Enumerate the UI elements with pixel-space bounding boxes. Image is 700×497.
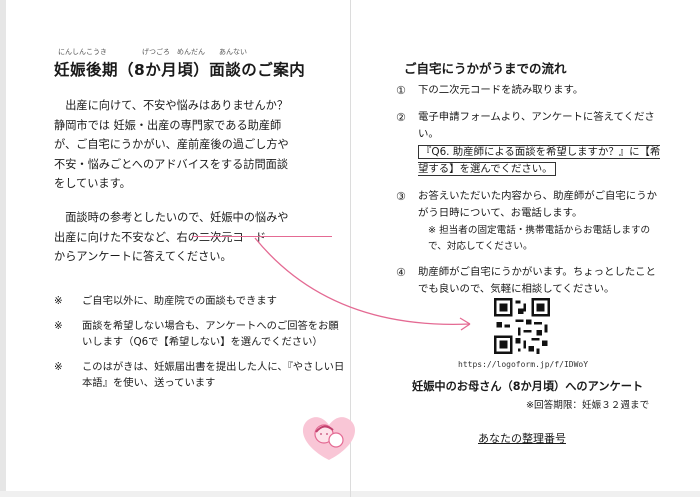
survey-title: 妊娠中のお母さん（8か月頃）へのアンケート xyxy=(412,380,644,393)
step-item: ④ 助産師がご自宅にうかがいます。ちょっとしたことでも良いので、気軽に相談してく… xyxy=(396,264,664,299)
flow-heading: ご自宅にうかがうまでの流れ xyxy=(404,61,567,76)
step-number: ③ xyxy=(396,189,406,203)
qr-url: https://logoform.jp/f/IDWoY xyxy=(458,360,589,369)
step-text: お答えいただいた内容から、助産師がご自宅にうかがう日時について、お電話します。 xyxy=(418,189,657,220)
step-item: ③ お答えいただいた内容から、助産師がご自宅にうかがう日時について、お電話します… xyxy=(396,188,664,255)
qr-code-icon[interactable] xyxy=(494,298,550,354)
step-boxed-instruction: 『Q6. 助産師による面談を希望しますか？』に【希望する】を選んでください。 xyxy=(418,144,661,176)
step-number: ① xyxy=(396,84,406,97)
step-number: ② xyxy=(396,110,406,124)
step-item: ② 電子申請フォームより、アンケートに答えてください。 『Q6. 助産師による面… xyxy=(396,109,664,179)
steps-list: ① 下の二次元コードを読み取ります。 ② 電子申請フォームより、アンケートに答え… xyxy=(396,82,664,308)
step-number: ④ xyxy=(396,265,406,279)
step-text: 電子申請フォームより、アンケートに答えてください。 xyxy=(418,110,655,141)
step-subnote: ※ 担当者の固定電話・携帯電話からお電話しますので、対応してください。 xyxy=(428,224,651,252)
right-page: ご自宅にうかがうまでの流れ ① 下の二次元コードを読み取ります。 ② 電子申請フ… xyxy=(396,0,666,497)
step-item: ① 下の二次元コードを読み取ります。 xyxy=(396,82,664,100)
survey-deadline: ※回答期限：妊娠３２週まで xyxy=(526,400,650,411)
step-text: 下の二次元コードを読み取ります。 xyxy=(418,84,584,96)
step-text: 助産師がご自宅にうかがいます。ちょっとしたことでも良いので、気軽に相談してくださ… xyxy=(418,265,656,296)
reference-number-label: あなたの整理番号 xyxy=(478,432,566,445)
